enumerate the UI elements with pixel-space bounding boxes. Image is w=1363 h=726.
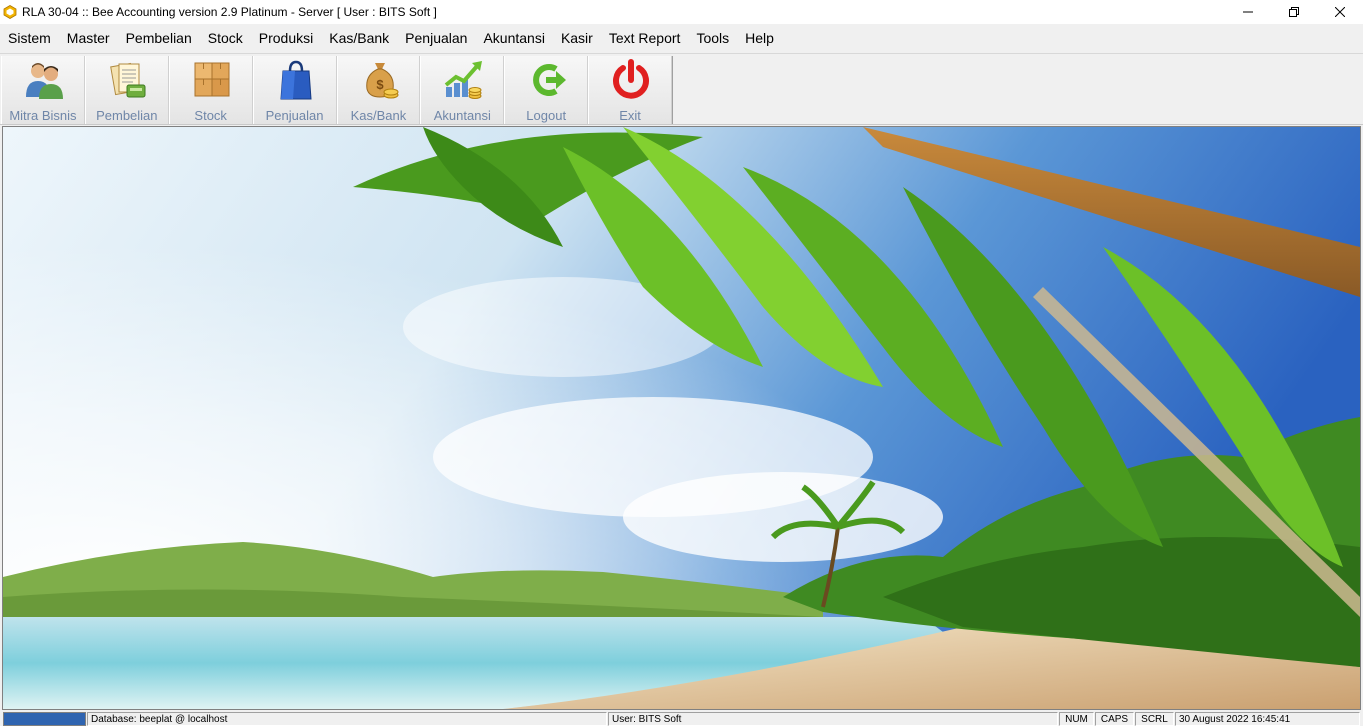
status-database: Database: beeplat @ localhost [87, 712, 607, 726]
menu-help[interactable]: Help [737, 24, 782, 53]
shopping-bag-icon [280, 60, 312, 100]
purchase-documents-icon [110, 62, 146, 98]
kas-bank-button[interactable]: $ Kas/Bank [336, 56, 421, 124]
status-num: NUM [1059, 712, 1094, 726]
progress-bar [3, 712, 86, 726]
menu-text-report[interactable]: Text Report [601, 24, 689, 53]
penjualan-button[interactable]: Penjualan [252, 56, 337, 124]
close-button[interactable] [1317, 0, 1363, 24]
menu-akuntansi[interactable]: Akuntansi [475, 24, 552, 53]
stock-boxes-icon [194, 62, 230, 97]
desktop-area [2, 126, 1361, 710]
svg-text:$: $ [376, 77, 384, 92]
menu-kasir[interactable]: Kasir [553, 24, 601, 53]
logout-button[interactable]: Logout [504, 56, 589, 124]
menu-tools[interactable]: Tools [688, 24, 737, 53]
window-title: RLA 30-04 :: Bee Accounting version 2.9 … [22, 5, 437, 19]
menu-penjualan[interactable]: Penjualan [397, 24, 475, 53]
menu-produksi[interactable]: Produksi [251, 24, 321, 53]
minimize-icon [1243, 11, 1253, 13]
menu-master[interactable]: Master [59, 24, 118, 53]
business-partner-icon [26, 63, 63, 99]
kas-bank-label: Kas/Bank [350, 108, 407, 123]
status-user: User: BITS Soft [608, 712, 1058, 726]
status-bar: Database: beeplat @ localhost User: BITS… [0, 711, 1363, 726]
title-bar: RLA 30-04 :: Bee Accounting version 2.9 … [0, 0, 1363, 24]
menu-sistem[interactable]: Sistem [1, 24, 59, 53]
beach-wallpaper [3, 127, 1360, 709]
status-scrl: SCRL [1135, 712, 1174, 726]
status-caps: CAPS [1095, 712, 1134, 726]
stock-label: Stock [194, 108, 227, 123]
mitra-bisnis-button[interactable]: Mitra Bisnis [1, 56, 85, 124]
status-datetime: 30 August 2022 16:45:41 [1175, 712, 1360, 726]
bee-app-icon[interactable] [3, 5, 17, 19]
penjualan-label: Penjualan [265, 108, 324, 123]
akuntansi-label: Akuntansi [433, 108, 491, 123]
akuntansi-button[interactable]: Akuntansi [420, 56, 505, 124]
logout-arrow-icon [533, 64, 567, 96]
power-icon [613, 59, 650, 99]
menu-stock[interactable]: Stock [200, 24, 251, 53]
restore-icon [1289, 7, 1299, 17]
money-bag-icon: $ [365, 63, 398, 99]
stock-button[interactable]: Stock [168, 56, 253, 124]
growth-chart-icon [445, 61, 483, 99]
pembelian-button[interactable]: Pembelian [84, 56, 169, 124]
mitra-bisnis-label: Mitra Bisnis [9, 108, 77, 123]
logout-label: Logout [526, 108, 567, 123]
close-icon [1335, 7, 1345, 17]
exit-button[interactable]: Exit [588, 56, 672, 124]
menu-bar: Sistem Master Pembelian Stock Produksi K… [0, 24, 1363, 53]
toolbar: Mitra Bisnis Pembelian Stock Penjualan $… [0, 53, 1363, 125]
exit-label: Exit [619, 108, 641, 123]
menu-kas-bank[interactable]: Kas/Bank [321, 24, 397, 53]
pembelian-label: Pembelian [96, 108, 158, 123]
minimize-button[interactable] [1225, 0, 1271, 24]
menu-pembelian[interactable]: Pembelian [118, 24, 200, 53]
restore-button[interactable] [1271, 0, 1317, 24]
